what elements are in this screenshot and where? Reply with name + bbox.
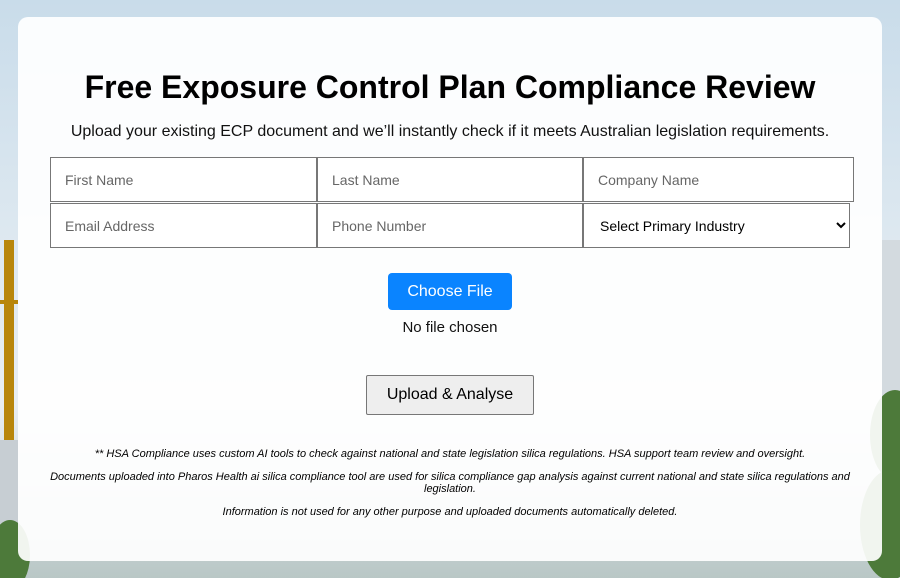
form-row-1 (50, 157, 854, 202)
page-subtitle: Upload your existing ECP document and we… (70, 123, 830, 140)
form-row-2: Select Primary Industry (50, 203, 854, 248)
choose-file-button[interactable]: Choose File (388, 273, 512, 310)
email-field[interactable] (50, 203, 317, 248)
last-name-field[interactable] (317, 157, 583, 202)
file-status: No file chosen (402, 319, 498, 336)
industry-select[interactable]: Select Primary Industry (583, 203, 850, 248)
company-name-field[interactable] (583, 157, 854, 202)
phone-field[interactable] (317, 203, 583, 248)
page-title: Free Exposure Control Plan Compliance Re… (84, 69, 816, 105)
form-fields: Select Primary Industry (50, 157, 854, 248)
first-name-field[interactable] (50, 157, 317, 202)
form-card: Free Exposure Control Plan Compliance Re… (18, 17, 882, 561)
disclaimer-note-1: ** HSA Compliance uses custom AI tools t… (94, 448, 806, 460)
upload-analyse-button[interactable]: Upload & Analyse (366, 375, 534, 415)
disclaimer-note-2: Documents uploaded into Pharos Health ai… (50, 471, 850, 495)
crane-arm (0, 300, 18, 304)
disclaimer-note-3: Information is not used for any other pu… (222, 506, 678, 518)
